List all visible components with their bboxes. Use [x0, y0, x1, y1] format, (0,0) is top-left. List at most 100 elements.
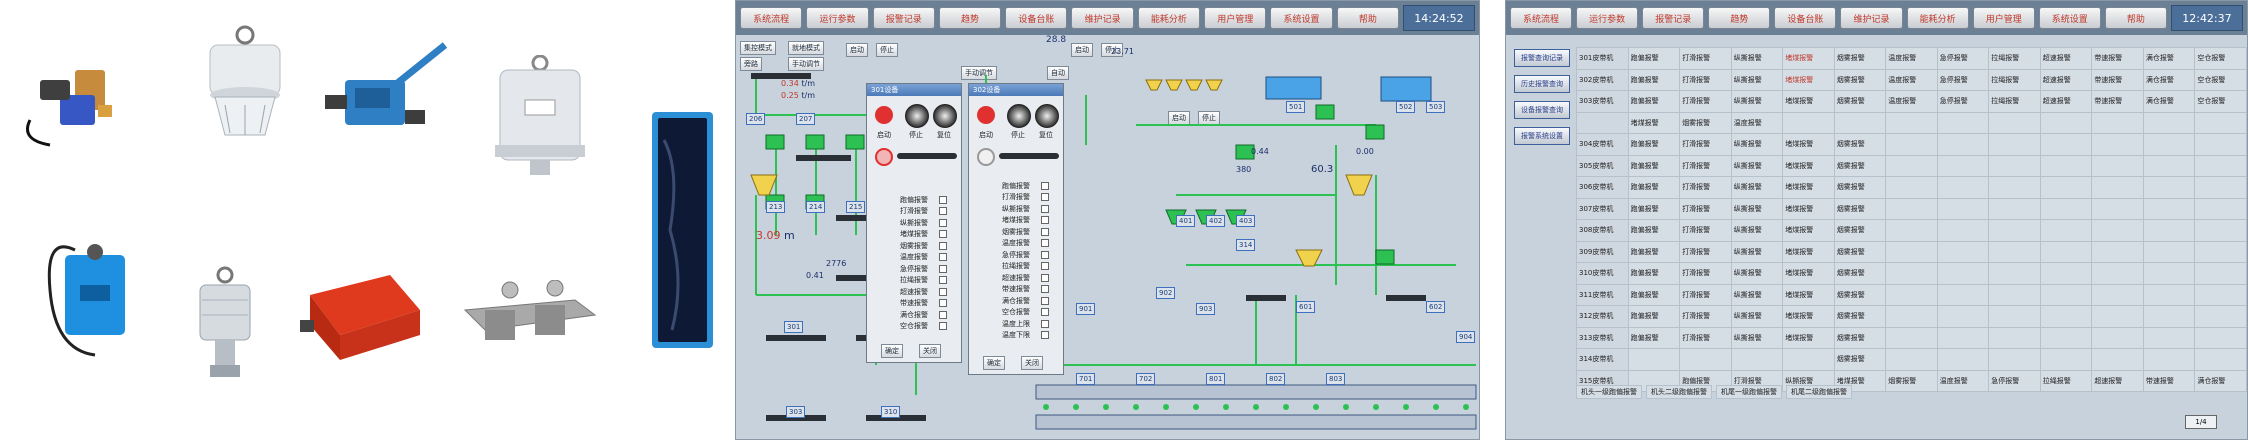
bottom-alarm-item[interactable]: 机头一级跑偏报警 — [1576, 385, 1642, 399]
alarm-cell[interactable] — [1936, 283, 1990, 306]
alarm-cell[interactable]: 打滑报警 — [1679, 68, 1732, 91]
tag-601[interactable]: 601 — [1296, 301, 1316, 313]
alarm-cell[interactable] — [1885, 133, 1938, 156]
alarm-cell[interactable] — [2194, 283, 2247, 306]
alarm-cell[interactable] — [2194, 133, 2247, 156]
tab-3[interactable]: 趋势 — [938, 7, 1002, 29]
alarm-cell[interactable]: 纵撕报警 — [1730, 326, 1784, 349]
alarm-cell[interactable] — [2091, 176, 2144, 199]
tag-903[interactable]: 903 — [1196, 303, 1216, 315]
alarm-cell[interactable] — [1988, 219, 2041, 242]
tab-0[interactable]: 系统流程 — [740, 7, 803, 29]
alarm-cell[interactable]: 满仓报警 — [2142, 68, 2196, 91]
alarm-item[interactable]: 空仓报警 — [975, 307, 1057, 319]
tag-401[interactable]: 401 — [1176, 215, 1196, 227]
alarm-cell[interactable] — [2091, 348, 2144, 371]
tag-301[interactable]: 301 — [784, 321, 804, 333]
alarm-cell[interactable]: 堵煤报警 — [1782, 133, 1835, 156]
history-alarm-button[interactable]: 历史报警查询 — [1514, 75, 1570, 93]
alarm-cell[interactable]: 烟雾报警 — [1885, 369, 1938, 392]
alarm-cell[interactable] — [2142, 111, 2196, 134]
alarm-cell[interactable]: 烟雾报警 — [1833, 90, 1887, 113]
alarm-item[interactable]: 带速报警 — [975, 284, 1057, 296]
alarm-cell[interactable]: 纵撕报警 — [1730, 219, 1784, 242]
tag-206[interactable]: 206 — [746, 113, 766, 125]
alarm-cell[interactable]: 堵煤报警 — [1627, 111, 1681, 134]
alarm-cell[interactable] — [1988, 305, 2041, 328]
alarm-item[interactable]: 拉绳报警 — [873, 275, 955, 287]
alarm-cell[interactable]: 满仓报警 — [2194, 369, 2247, 392]
alarm-cell[interactable]: 带速报警 — [2091, 90, 2144, 113]
alarm-cell[interactable]: 堵煤报警 — [1782, 262, 1835, 285]
alarm-cell[interactable]: 打滑报警 — [1679, 262, 1732, 285]
alarm-cell[interactable] — [1885, 348, 1938, 371]
alarm-cell[interactable]: 烟雾报警 — [1833, 240, 1887, 263]
alarm-cell[interactable]: 烟雾报警 — [1833, 348, 1887, 371]
alarm-cell[interactable]: 打滑报警 — [1679, 240, 1732, 263]
alarm-cell[interactable] — [2194, 111, 2247, 134]
alarm-cell[interactable]: 纵撕报警 — [1730, 240, 1784, 263]
alarm-cell[interactable] — [2091, 262, 2144, 285]
alarm-cell[interactable]: 拉绳报警 — [1988, 90, 2041, 113]
alarm-cell[interactable] — [2194, 326, 2247, 349]
tag-314[interactable]: 314 — [1236, 239, 1256, 251]
alarm-cell[interactable]: 纵撕报警 — [1730, 262, 1784, 285]
alarm-cell[interactable] — [1988, 283, 2041, 306]
reset-knob[interactable] — [933, 104, 957, 128]
alarm-cell[interactable] — [2091, 219, 2144, 242]
alarm-item[interactable]: 堵煤报警 — [873, 229, 955, 241]
alarm-cell[interactable] — [2091, 305, 2144, 328]
alarm-cell[interactable] — [2039, 262, 2093, 285]
alarm-item[interactable]: 急停报警 — [873, 263, 955, 275]
alarm-cell[interactable]: 堵煤报警 — [1782, 283, 1835, 306]
alarm-cell[interactable] — [2194, 262, 2247, 285]
alarm-cell[interactable] — [1885, 197, 1938, 220]
tag-902[interactable]: 902 — [1156, 287, 1176, 299]
alarm-cell[interactable]: 纵撕报警 — [1730, 90, 1784, 113]
tab-1[interactable]: 运行参数 — [1576, 7, 1639, 29]
tab-1[interactable]: 运行参数 — [806, 7, 869, 29]
alarm-cell[interactable]: 堵煤报警 — [1782, 154, 1835, 177]
alarm-cell[interactable]: 烟雾报警 — [1833, 47, 1887, 70]
alarm-item[interactable]: 纵撕报警 — [873, 217, 955, 229]
tab-2[interactable]: 报警记录 — [1642, 7, 1705, 29]
alarm-item[interactable]: 堵煤报警 — [975, 215, 1057, 227]
tab-4[interactable]: 设备台账 — [1005, 7, 1068, 29]
alarm-cell[interactable]: 跑偏报警 — [1627, 305, 1681, 328]
alarm-cell[interactable] — [1936, 111, 1990, 134]
alarm-cell[interactable] — [1936, 262, 1990, 285]
alarm-cell[interactable] — [2194, 348, 2247, 371]
tag-802[interactable]: 802 — [1266, 373, 1286, 385]
tag-215[interactable]: 215 — [846, 201, 866, 213]
mode-knob[interactable] — [905, 104, 929, 128]
alarm-cell[interactable] — [1936, 219, 1990, 242]
alarm-cell[interactable]: 打滑报警 — [1679, 90, 1732, 113]
alarm-cell[interactable] — [2039, 176, 2093, 199]
alarm-cell[interactable]: 带速报警 — [2142, 369, 2196, 392]
alarm-item[interactable]: 满仓报警 — [873, 309, 955, 321]
alarm-cell[interactable]: 拉绳报警 — [1988, 47, 2041, 70]
alarm-cell[interactable] — [1679, 348, 1732, 371]
alarm-cell[interactable]: 烟雾报警 — [1833, 305, 1887, 328]
alarm-cell[interactable]: 烟雾报警 — [1833, 283, 1887, 306]
alarm-cell[interactable]: 跑偏报警 — [1627, 283, 1681, 306]
alarm-cell[interactable] — [2194, 154, 2247, 177]
alarm-cell[interactable]: 堵煤报警 — [1782, 197, 1835, 220]
tag-403[interactable]: 403 — [1236, 215, 1256, 227]
tag-701[interactable]: 701 — [1076, 373, 1096, 385]
alarm-cell[interactable]: 空仓报警 — [2194, 90, 2247, 113]
alarm-cell[interactable]: 急停报警 — [1936, 90, 1990, 113]
alarm-cell[interactable]: 纵撕报警 — [1730, 283, 1784, 306]
alarm-cell[interactable] — [2091, 133, 2144, 156]
reset-knob[interactable] — [1035, 104, 1059, 128]
alarm-cell[interactable] — [2039, 240, 2093, 263]
alarm-cell[interactable]: 堵煤报警 — [1782, 219, 1835, 242]
tab-8[interactable]: 系统设置 — [1270, 7, 1333, 29]
tag-602[interactable]: 602 — [1426, 301, 1446, 313]
tab-4[interactable]: 设备台账 — [1774, 7, 1837, 29]
alarm-cell[interactable]: 烟雾报警 — [1679, 111, 1732, 134]
alarm-cell[interactable] — [1936, 154, 1990, 177]
alarm-cell[interactable]: 温度报警 — [1885, 90, 1938, 113]
alarm-cell[interactable] — [2039, 154, 2093, 177]
alarm-cell[interactable]: 打滑报警 — [1679, 133, 1732, 156]
